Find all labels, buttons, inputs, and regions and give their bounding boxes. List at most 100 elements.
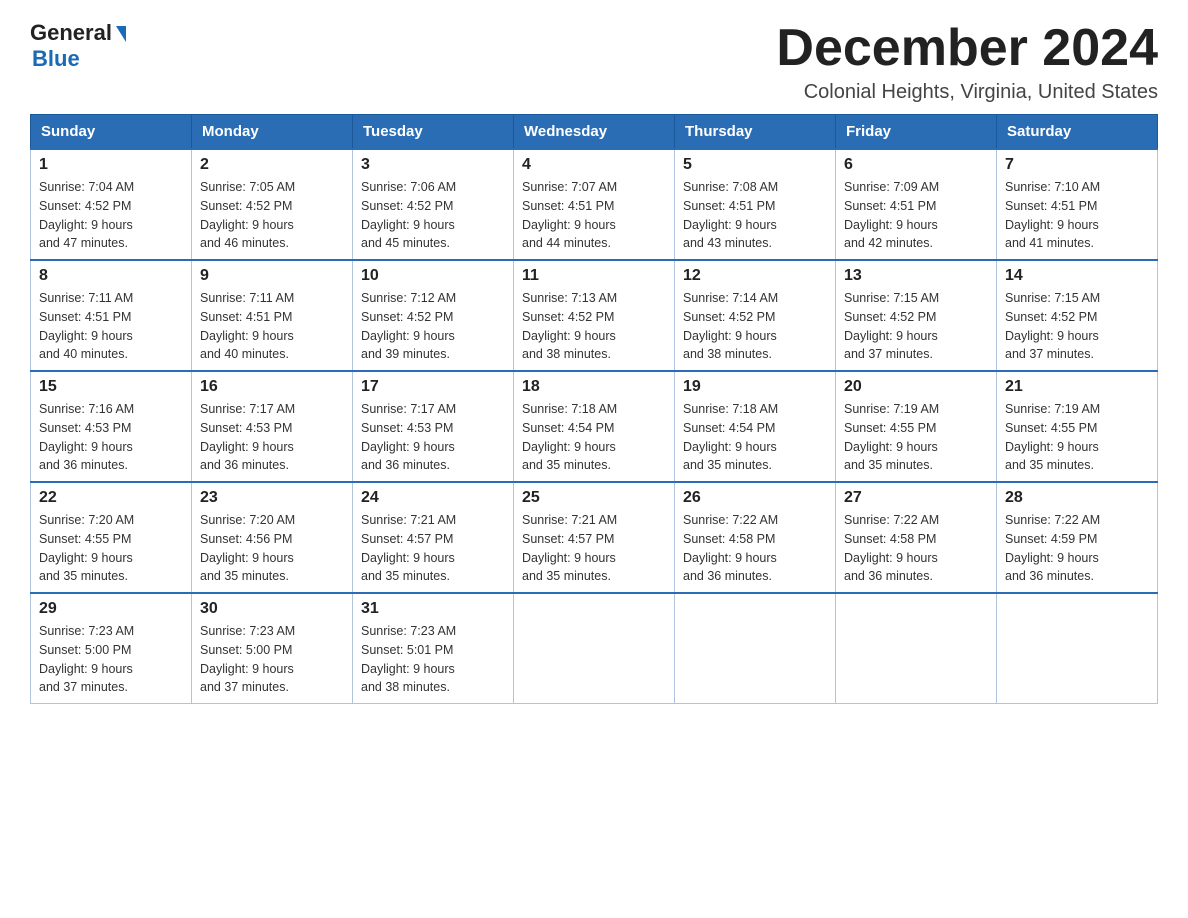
calendar-day-24: 24Sunrise: 7:21 AMSunset: 4:57 PMDayligh… xyxy=(353,482,514,593)
week-row-2: 8 Sunrise: 7:11 AMSunset: 4:51 PMDaylight… xyxy=(31,260,1158,371)
day-number: 16 xyxy=(200,378,344,396)
day-info: Sunrise: 7:22 AMSunset: 4:58 PMDaylight:… xyxy=(683,511,827,586)
week-row-4: 22 Sunrise: 7:20 AMSunset: 4:55 PMDayligh… xyxy=(31,482,1158,593)
day-number: 5 xyxy=(683,156,827,174)
logo-general-text: General xyxy=(30,20,126,46)
day-number: 17 xyxy=(361,378,505,396)
day-header-monday: Monday xyxy=(192,115,353,150)
day-number: 23 xyxy=(200,489,344,507)
calendar-day-23: 23 Sunrise: 7:20 AMSunset: 4:56 PMDayligh… xyxy=(192,482,353,593)
empty-cell xyxy=(997,593,1158,704)
day-info: Sunrise: 7:09 AMSunset: 4:51 PMDaylight:… xyxy=(844,178,988,253)
day-number: 6 xyxy=(844,156,988,174)
day-info: Sunrise: 7:23 AMSunset: 5:01 PMDaylight:… xyxy=(361,622,505,697)
day-info: Sunrise: 7:07 AMSunset: 4:51 PMDaylight:… xyxy=(522,178,666,253)
calendar-day-15: 15 Sunrise: 7:16 AMSunset: 4:53 PMDayligh… xyxy=(31,371,192,482)
day-info: Sunrise: 7:16 AMSunset: 4:53 PMDaylight:… xyxy=(39,400,183,475)
day-info: Sunrise: 7:18 AMSunset: 4:54 PMDaylight:… xyxy=(522,400,666,475)
calendar-day-28: 28 Sunrise: 7:22 AMSunset: 4:59 PMDayligh… xyxy=(997,482,1158,593)
day-number: 26 xyxy=(683,489,827,507)
calendar-day-5: 5 Sunrise: 7:08 AMSunset: 4:51 PMDaylight… xyxy=(675,149,836,260)
calendar-day-16: 16 Sunrise: 7:17 AMSunset: 4:53 PMDayligh… xyxy=(192,371,353,482)
day-number: 28 xyxy=(1005,489,1149,507)
calendar-day-26: 26 Sunrise: 7:22 AMSunset: 4:58 PMDayligh… xyxy=(675,482,836,593)
week-row-5: 29 Sunrise: 7:23 AMSunset: 5:00 PMDayligh… xyxy=(31,593,1158,704)
calendar-day-21: 21 Sunrise: 7:19 AMSunset: 4:55 PMDayligh… xyxy=(997,371,1158,482)
logo: General Blue xyxy=(30,20,126,72)
day-info: Sunrise: 7:17 AMSunset: 4:53 PMDaylight:… xyxy=(200,400,344,475)
day-info: Sunrise: 7:10 AMSunset: 4:51 PMDaylight:… xyxy=(1005,178,1149,253)
calendar-day-6: 6 Sunrise: 7:09 AMSunset: 4:51 PMDaylight… xyxy=(836,149,997,260)
day-number: 20 xyxy=(844,378,988,396)
calendar-day-18: 18 Sunrise: 7:18 AMSunset: 4:54 PMDayligh… xyxy=(514,371,675,482)
day-info: Sunrise: 7:04 AMSunset: 4:52 PMDaylight:… xyxy=(39,178,183,253)
day-number: 15 xyxy=(39,378,183,396)
page-header: General Blue December 2024 Colonial Heig… xyxy=(30,20,1158,104)
day-header-thursday: Thursday xyxy=(675,115,836,150)
calendar-day-12: 12 Sunrise: 7:14 AMSunset: 4:52 PMDayligh… xyxy=(675,260,836,371)
day-info: Sunrise: 7:14 AMSunset: 4:52 PMDaylight:… xyxy=(683,289,827,364)
day-number: 27 xyxy=(844,489,988,507)
location-subtitle: Colonial Heights, Virginia, United State… xyxy=(776,81,1158,104)
calendar-day-17: 17 Sunrise: 7:17 AMSunset: 4:53 PMDayligh… xyxy=(353,371,514,482)
day-number: 8 xyxy=(39,267,183,285)
day-info: Sunrise: 7:13 AMSunset: 4:52 PMDaylight:… xyxy=(522,289,666,364)
day-info: Sunrise: 7:15 AMSunset: 4:52 PMDaylight:… xyxy=(844,289,988,364)
logo-blue-text: Blue xyxy=(30,46,80,72)
logo-general-word: General xyxy=(30,20,112,46)
calendar-day-10: 10 Sunrise: 7:12 AMSunset: 4:52 PMDayligh… xyxy=(353,260,514,371)
calendar-day-30: 30Sunrise: 7:23 AMSunset: 5:00 PMDayligh… xyxy=(192,593,353,704)
calendar-day-1: 1 Sunrise: 7:04 AMSunset: 4:52 PMDaylight… xyxy=(31,149,192,260)
day-number: 3 xyxy=(361,156,505,174)
day-number: 22 xyxy=(39,489,183,507)
day-info: Sunrise: 7:20 AMSunset: 4:55 PMDaylight:… xyxy=(39,511,183,586)
day-number: 24 xyxy=(361,489,505,507)
day-info: Sunrise: 7:20 AMSunset: 4:56 PMDaylight:… xyxy=(200,511,344,586)
day-info: Sunrise: 7:05 AMSunset: 4:52 PMDaylight:… xyxy=(200,178,344,253)
day-header-saturday: Saturday xyxy=(997,115,1158,150)
day-number: 10 xyxy=(361,267,505,285)
day-number: 21 xyxy=(1005,378,1149,396)
day-info: Sunrise: 7:19 AMSunset: 4:55 PMDaylight:… xyxy=(1005,400,1149,475)
day-number: 25 xyxy=(522,489,666,507)
day-number: 12 xyxy=(683,267,827,285)
calendar-day-27: 27 Sunrise: 7:22 AMSunset: 4:58 PMDayligh… xyxy=(836,482,997,593)
calendar-day-31: 31Sunrise: 7:23 AMSunset: 5:01 PMDayligh… xyxy=(353,593,514,704)
week-row-3: 15 Sunrise: 7:16 AMSunset: 4:53 PMDayligh… xyxy=(31,371,1158,482)
day-info: Sunrise: 7:23 AMSunset: 5:00 PMDaylight:… xyxy=(39,622,183,697)
calendar-day-29: 29 Sunrise: 7:23 AMSunset: 5:00 PMDayligh… xyxy=(31,593,192,704)
week-row-1: 1 Sunrise: 7:04 AMSunset: 4:52 PMDaylight… xyxy=(31,149,1158,260)
day-info: Sunrise: 7:22 AMSunset: 4:58 PMDaylight:… xyxy=(844,511,988,586)
day-info: Sunrise: 7:22 AMSunset: 4:59 PMDaylight:… xyxy=(1005,511,1149,586)
day-number: 18 xyxy=(522,378,666,396)
day-info: Sunrise: 7:11 AMSunset: 4:51 PMDaylight:… xyxy=(39,289,183,364)
day-number: 1 xyxy=(39,156,183,174)
calendar-day-13: 13Sunrise: 7:15 AMSunset: 4:52 PMDayligh… xyxy=(836,260,997,371)
day-number: 14 xyxy=(1005,267,1149,285)
calendar-day-25: 25 Sunrise: 7:21 AMSunset: 4:57 PMDayligh… xyxy=(514,482,675,593)
calendar-day-8: 8 Sunrise: 7:11 AMSunset: 4:51 PMDaylight… xyxy=(31,260,192,371)
day-number: 7 xyxy=(1005,156,1149,174)
calendar-day-7: 7 Sunrise: 7:10 AMSunset: 4:51 PMDaylight… xyxy=(997,149,1158,260)
day-info: Sunrise: 7:21 AMSunset: 4:57 PMDaylight:… xyxy=(522,511,666,586)
day-info: Sunrise: 7:08 AMSunset: 4:51 PMDaylight:… xyxy=(683,178,827,253)
day-info: Sunrise: 7:12 AMSunset: 4:52 PMDaylight:… xyxy=(361,289,505,364)
calendar-day-19: 19Sunrise: 7:18 AMSunset: 4:54 PMDayligh… xyxy=(675,371,836,482)
day-number: 9 xyxy=(200,267,344,285)
day-info: Sunrise: 7:19 AMSunset: 4:55 PMDaylight:… xyxy=(844,400,988,475)
calendar-day-9: 9Sunrise: 7:11 AMSunset: 4:51 PMDaylight… xyxy=(192,260,353,371)
day-number: 29 xyxy=(39,600,183,618)
calendar-day-20: 20 Sunrise: 7:19 AMSunset: 4:55 PMDayligh… xyxy=(836,371,997,482)
day-info: Sunrise: 7:17 AMSunset: 4:53 PMDaylight:… xyxy=(361,400,505,475)
days-of-week-header: SundayMondayTuesdayWednesdayThursdayFrid… xyxy=(31,115,1158,150)
day-header-friday: Friday xyxy=(836,115,997,150)
calendar-day-3: 3Sunrise: 7:06 AMSunset: 4:52 PMDaylight… xyxy=(353,149,514,260)
calendar-day-14: 14 Sunrise: 7:15 AMSunset: 4:52 PMDayligh… xyxy=(997,260,1158,371)
calendar-day-4: 4Sunrise: 7:07 AMSunset: 4:51 PMDaylight… xyxy=(514,149,675,260)
day-number: 30 xyxy=(200,600,344,618)
empty-cell xyxy=(675,593,836,704)
calendar-day-22: 22 Sunrise: 7:20 AMSunset: 4:55 PMDayligh… xyxy=(31,482,192,593)
day-header-tuesday: Tuesday xyxy=(353,115,514,150)
day-header-wednesday: Wednesday xyxy=(514,115,675,150)
day-info: Sunrise: 7:15 AMSunset: 4:52 PMDaylight:… xyxy=(1005,289,1149,364)
